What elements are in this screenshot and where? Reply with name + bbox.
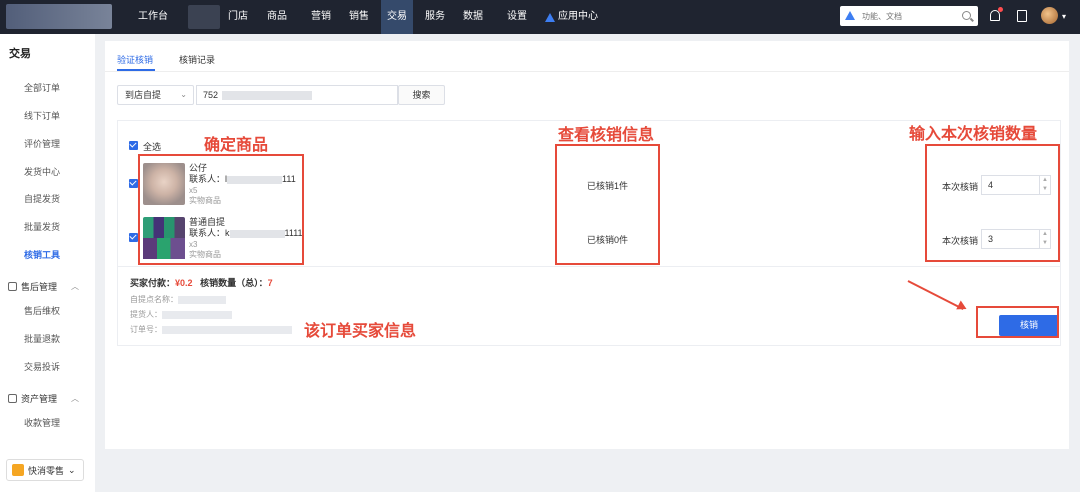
sidebar-group-label: 资产管理 xyxy=(21,394,58,404)
brand-logo[interactable] xyxy=(6,4,112,29)
annotation-box-verified xyxy=(555,144,660,265)
paid-label: 买家付款： xyxy=(130,278,176,288)
chevron-down-icon[interactable]: ▾ xyxy=(1062,12,1066,21)
sidebar-item-pickup-shipping[interactable]: 自提发货 xyxy=(24,192,60,205)
chevron-down-icon: ⌄ xyxy=(68,464,76,475)
assets-icon xyxy=(8,394,17,403)
annotation-confirm-product: 确定商品 xyxy=(204,135,269,154)
store-switcher[interactable]: 快消零售 ⌄ xyxy=(6,459,84,481)
nav-store[interactable]: 门店 xyxy=(228,0,248,34)
global-search-input[interactable] xyxy=(862,9,952,23)
nav-products[interactable]: 商品 xyxy=(267,0,287,34)
order-summary: 买家付款：¥0.2 核销数量（总）：7 xyxy=(130,276,273,289)
blurred-value xyxy=(178,295,226,304)
annotation-box-verify-button xyxy=(976,306,1059,338)
picker-label: 提货人： xyxy=(130,310,162,319)
pickup-type-select[interactable]: 到店自提 ⌄ xyxy=(117,85,194,105)
store-switcher-label: 快消零售 xyxy=(28,465,65,476)
search-icon[interactable] xyxy=(962,11,971,20)
pickup-point-label: 自提点名称： xyxy=(130,295,178,304)
sidebar-item-batch-shipping[interactable]: 批量发货 xyxy=(24,220,60,233)
select-all-checkbox[interactable] xyxy=(129,141,138,150)
select-all-label: 全选 xyxy=(143,142,162,152)
page-bottom xyxy=(95,455,1080,492)
chevron-up-icon: ︿ xyxy=(71,282,80,291)
annotation-buyer-info: 该订单买家信息 xyxy=(304,321,417,340)
blurred-value xyxy=(162,310,232,319)
nav-marketing[interactable]: 营销 xyxy=(311,0,331,34)
sidebar-title: 交易 xyxy=(9,48,31,60)
product-checkbox[interactable] xyxy=(129,233,138,242)
tab-verify[interactable]: 验证核销 xyxy=(117,53,153,66)
sidebar-item-verify-tool[interactable]: 核销工具 xyxy=(24,248,60,261)
sidebar-item-reviews[interactable]: 评价管理 xyxy=(24,137,60,150)
chevron-down-icon: ⌄ xyxy=(180,90,187,99)
top-navbar: 工作台 门店 商品 营销 销售 交易 服务 数据 设置 应用中心 ▾ xyxy=(0,0,1080,34)
search-brand-icon xyxy=(845,11,855,20)
sidebar-item-batch-refund[interactable]: 批量退款 xyxy=(24,332,60,345)
sidebar-item-all-orders[interactable]: 全部订单 xyxy=(24,81,60,94)
sidebar-item-offline-orders[interactable]: 线下订单 xyxy=(24,109,60,122)
active-tab-indicator xyxy=(117,69,155,71)
nav-trade[interactable]: 交易 xyxy=(381,0,413,34)
verify-code-value: 752 xyxy=(203,90,219,100)
nav-sales[interactable]: 销售 xyxy=(349,0,369,34)
sidebar: 交易 全部订单 线下订单 评价管理 发货中心 自提发货 批量发货 核销工具 售后… xyxy=(0,34,95,492)
panel-divider xyxy=(118,266,1060,267)
count-total-value: 7 xyxy=(267,278,273,288)
annotation-box-products xyxy=(138,154,304,265)
after-sales-icon xyxy=(8,282,17,291)
paid-value: ¥0.2 xyxy=(175,278,193,288)
sidebar-group-after-sales[interactable]: 售后管理 ︿ xyxy=(8,280,79,293)
global-search[interactable] xyxy=(840,6,978,26)
pickup-point-row: 自提点名称： xyxy=(130,294,226,305)
blurred-store-name xyxy=(188,5,220,29)
order-no-row: 订单号： xyxy=(130,324,292,335)
product-checkbox[interactable] xyxy=(129,179,138,188)
avatar[interactable] xyxy=(1041,7,1058,24)
store-icon xyxy=(12,464,24,476)
sidebar-group-label: 售后管理 xyxy=(21,282,58,292)
nav-service[interactable]: 服务 xyxy=(425,0,445,34)
pickup-type-value: 到店自提 xyxy=(125,90,162,100)
sidebar-item-payments[interactable]: 收款管理 xyxy=(24,416,60,429)
sidebar-group-assets[interactable]: 资产管理 ︿ xyxy=(8,392,79,405)
tab-divider xyxy=(105,71,1069,72)
nav-data[interactable]: 数据 xyxy=(463,0,483,34)
chevron-up-icon: ︿ xyxy=(71,394,80,403)
annotation-input-count: 输入本次核销数量 xyxy=(909,124,1038,143)
count-total-label: 核销数量（总）： xyxy=(200,278,268,288)
sidebar-item-shipping-center[interactable]: 发货中心 xyxy=(24,165,60,178)
nav-workbench[interactable]: 工作台 xyxy=(138,0,168,34)
nav-app-center-label: 应用中心 xyxy=(558,11,598,22)
tab-verify-records[interactable]: 核销记录 xyxy=(179,53,215,66)
app-center-icon xyxy=(545,12,555,22)
nav-app-center[interactable]: 应用中心 xyxy=(545,0,598,34)
annotation-box-count xyxy=(925,144,1060,262)
sidebar-item-rights[interactable]: 售后维权 xyxy=(24,304,60,317)
blurred-value xyxy=(162,325,292,334)
blurred-code xyxy=(222,90,313,100)
annotation-view-verify-info: 查看核销信息 xyxy=(558,125,655,144)
notification-dot xyxy=(998,7,1003,12)
order-no-label: 订单号： xyxy=(130,325,162,334)
verify-code-input[interactable]: 752 xyxy=(196,85,398,105)
picker-row: 提货人： xyxy=(130,309,232,320)
nav-settings[interactable]: 设置 xyxy=(507,0,527,34)
sidebar-item-complaints[interactable]: 交易投诉 xyxy=(24,360,60,373)
document-icon[interactable] xyxy=(1017,10,1027,22)
search-button[interactable]: 搜索 xyxy=(398,85,445,105)
